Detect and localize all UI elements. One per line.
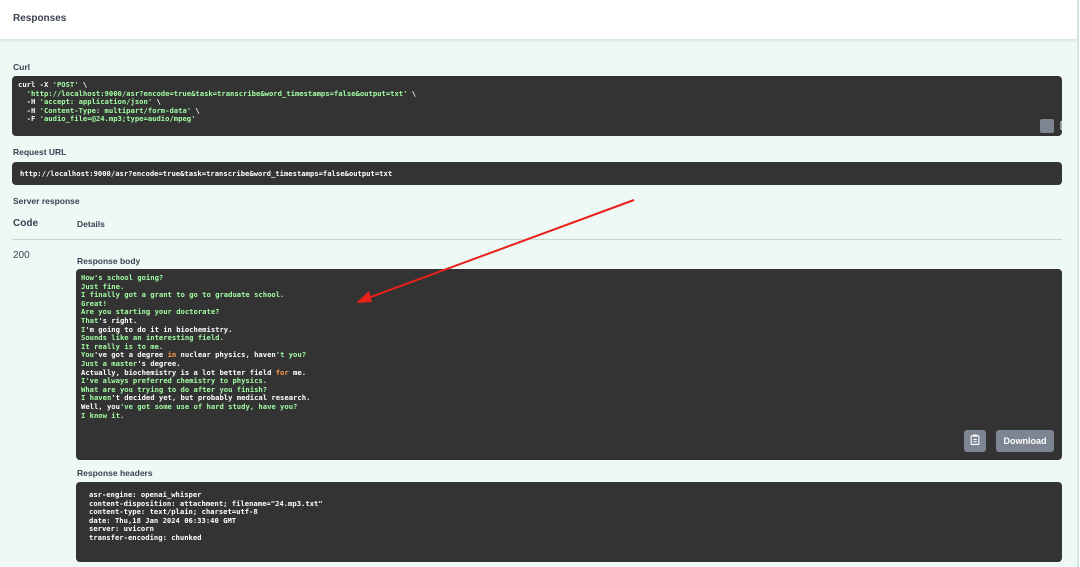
response-body-block[interactable]: How's school going? Just fine. I finally g… [76, 269, 1062, 460]
response-code: 200 [13, 250, 30, 261]
responses-panel: Responses Curl curl -X 'POST' \ 'http://… [0, 0, 1079, 567]
response-body-line: I finally got a grant to go to graduate … [81, 290, 285, 300]
curl-line: -F 'audio_file=@24.mp3;type=audio/mpeg' [18, 114, 196, 124]
responses-header: Responses [0, 0, 1077, 40]
request-url-label: Request URL [13, 147, 67, 157]
response-headers-block[interactable]: asr-engine: openai_whisper content-dispos… [76, 482, 1062, 562]
curl-code-block[interactable]: curl -X 'POST' \ 'http://localhost:9000/… [12, 76, 1062, 136]
server-response-label: Server response [13, 196, 80, 206]
response-header-line: transfer-encoding: chunked [89, 532, 202, 542]
request-url-value: http://localhost:9000/asr?encode=true&ta… [20, 169, 393, 178]
details-column-header: Details [77, 219, 105, 229]
request-url-block[interactable]: http://localhost:9000/asr?encode=true&ta… [12, 162, 1062, 185]
curl-label: Curl [13, 62, 30, 72]
response-body-label: Response body [77, 256, 141, 266]
clipboard-icon [970, 432, 980, 450]
clipboard-icon [1025, 111, 1062, 136]
code-column-header: Code [13, 218, 38, 229]
download-button[interactable]: Download [996, 430, 1054, 452]
response-body-text: How's school going? Just fine. I finally g… [81, 273, 310, 420]
table-divider [12, 239, 1062, 240]
response-body-line: I know it. [81, 410, 125, 420]
curl-command: curl -X 'POST' \ 'http://localhost:9000/… [18, 80, 416, 124]
response-headers-label: Response headers [77, 468, 153, 478]
copy-curl-button[interactable] [1040, 119, 1062, 133]
response-headers-text: asr-engine: openai_whisper content-dispos… [89, 490, 323, 543]
copy-response-button[interactable] [964, 430, 986, 452]
responses-title: Responses [13, 13, 67, 24]
